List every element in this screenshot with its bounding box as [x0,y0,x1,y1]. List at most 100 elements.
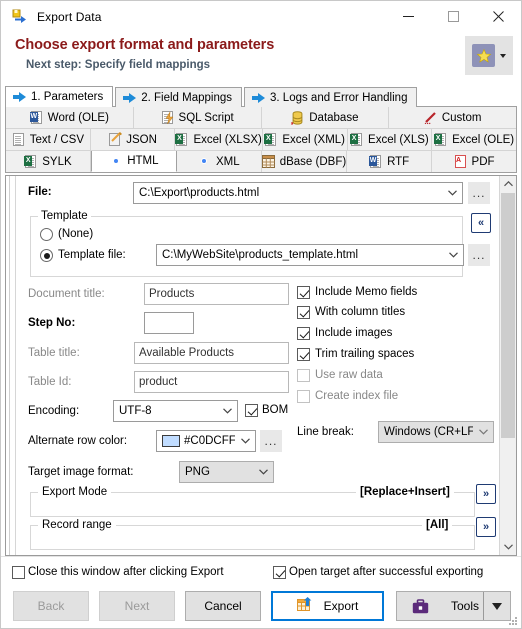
alternate-row-color-browse-button[interactable]: ... [260,430,282,452]
chevron-down-icon[interactable] [442,190,462,196]
checkbox-close-window-label: Close this window after clicking Export [28,566,224,578]
tools-dropdown-arrow-icon[interactable] [483,592,510,620]
format-tab-json[interactable]: JSON [90,129,176,150]
scroll-down-icon[interactable] [500,539,516,555]
format-tab-xml[interactable]: XML [176,151,262,172]
format-tab-excel-xml[interactable]: X Excel (XML) [262,129,348,150]
file-browse-button[interactable]: ... [468,182,490,204]
format-tab-label: Text / CSV [29,133,85,146]
word-icon: W [369,154,382,169]
format-tab-word-ole[interactable]: W Word (OLE) [6,107,134,128]
template-file-input[interactable]: C:\MyWebSite\products_template.html [156,244,464,266]
cancel-button[interactable]: Cancel [185,591,261,621]
format-tab-pdf[interactable]: A PDF [432,151,516,172]
resize-grip[interactable] [509,617,518,626]
export-data-icon [12,9,28,25]
footer-bar: Close this window after clicking Export … [1,556,521,628]
template-file-browse-button[interactable]: ... [468,244,490,266]
file-input[interactable]: C:\Export\products.html [133,182,463,204]
format-tab-dbase-dbf[interactable]: dBase (DBF) [261,151,348,172]
checkbox-create-index-file[interactable] [297,390,310,403]
document-title-input[interactable]: Products [144,283,289,305]
checkbox-use-raw-data-label: Use raw data [315,369,383,381]
page-title: Choose export format and parameters [15,37,275,53]
format-tab-rtf[interactable]: W RTF [347,151,433,172]
maximize-icon[interactable] [431,1,476,32]
color-swatch [162,435,180,447]
format-tab-label: PDF [471,155,495,168]
favorites-button[interactable] [465,36,513,75]
footer-divider [1,556,521,557]
minimize-icon[interactable] [386,1,431,32]
chevron-down-icon[interactable] [473,429,493,435]
format-tab-label: Excel (XLS) [368,133,429,146]
template-file-radio[interactable] [40,249,53,262]
export-data-window: Export Data Choose export format and par… [0,0,522,629]
format-tab-text-csv[interactable]: Text / CSV [6,129,91,150]
template-file-label: Template file: [58,249,126,261]
tab-logs-label: 3. Logs and Error Handling [270,91,408,104]
bom-label: BOM [262,404,289,416]
tab-field-mappings-label: 2. Field Mappings [141,91,233,104]
scrollbar-thumb[interactable] [501,193,515,438]
line-break-select[interactable]: Windows (CR+LF) [378,421,494,443]
chrome-icon [109,154,122,168]
checkbox-use-raw-data[interactable] [297,369,310,382]
chevron-down-icon[interactable] [500,53,506,58]
next-button[interactable]: Next [99,591,175,621]
table-id-input[interactable]: product [134,371,289,393]
chrome-icon [198,155,211,169]
checkbox-include-memo-fields[interactable] [297,286,310,299]
bom-checkbox[interactable] [245,404,258,417]
format-tab-label: Excel (XLSX) [193,133,262,146]
tab-parameters[interactable]: 1. Parameters [5,86,114,107]
template-group-label: Template [38,210,91,222]
template-none-radio[interactable] [40,228,53,241]
arrow-right-icon [123,92,137,103]
record-range-label: Record range [38,519,116,531]
database-icon [291,110,304,125]
target-image-format-select[interactable]: PNG [179,461,274,483]
chevron-down-icon[interactable] [217,408,237,414]
checkbox-open-target-after-export[interactable] [273,566,286,579]
close-icon[interactable] [476,1,521,32]
checkbox-include-images[interactable] [297,327,310,340]
alternate-row-color-select[interactable]: #C0DCFF [156,430,256,452]
dbase-icon [261,154,275,169]
record-range-expand-button[interactable]: » [476,517,496,537]
checkbox-trim-trailing-spaces[interactable] [297,348,310,361]
format-tab-sylk[interactable]: X SYLK [6,151,91,172]
format-tab-sql-script[interactable]: SQL Script [133,107,262,128]
tools-button[interactable]: Tools [396,591,511,621]
format-tab-label: dBase (DBF) [279,155,347,168]
chevron-down-icon[interactable] [253,469,273,475]
encoding-select[interactable]: UTF-8 [113,400,238,422]
window-controls [386,1,521,32]
chevron-down-icon[interactable] [235,438,255,444]
format-tab-database[interactable]: Database [261,107,390,128]
target-image-format-value: PNG [185,466,210,478]
format-tab-excel-xlsx[interactable]: X Excel (XLSX) [175,129,263,150]
chevron-down-icon[interactable] [443,252,463,258]
page-subtitle: Next step: Specify field mappings [26,59,211,71]
step-no-input[interactable] [144,312,194,334]
tab-field-mappings[interactable]: 2. Field Mappings [115,87,243,107]
parameters-panel-wrapper: File: C:\Export\products.html ... Templa… [1,173,521,556]
scroll-up-icon[interactable] [500,176,516,192]
format-tab-label: JSON [126,133,157,146]
checkbox-with-column-titles[interactable] [297,306,310,319]
format-tab-custom[interactable]: Custom [389,107,516,128]
checkbox-close-window-after-export[interactable] [12,566,25,579]
back-button[interactable]: Back [13,591,89,621]
table-title-input[interactable]: Available Products [134,342,289,364]
format-tab-excel-xls[interactable]: X Excel (XLS) [347,129,433,150]
vertical-scrollbar[interactable] [499,176,516,555]
export-mode-expand-button[interactable]: » [476,484,496,504]
format-tab-html[interactable]: HTML [90,151,177,172]
collapse-panel-button[interactable]: « [471,213,491,233]
format-tab-excel-ole[interactable]: X Excel (OLE) [432,129,516,150]
line-break-value: Windows (CR+LF) [384,426,473,438]
tab-logs-and-error-handling[interactable]: 3. Logs and Error Handling [244,87,418,107]
export-button[interactable]: Export [271,591,384,621]
alternate-row-color-label: Alternate row color: [28,435,128,447]
